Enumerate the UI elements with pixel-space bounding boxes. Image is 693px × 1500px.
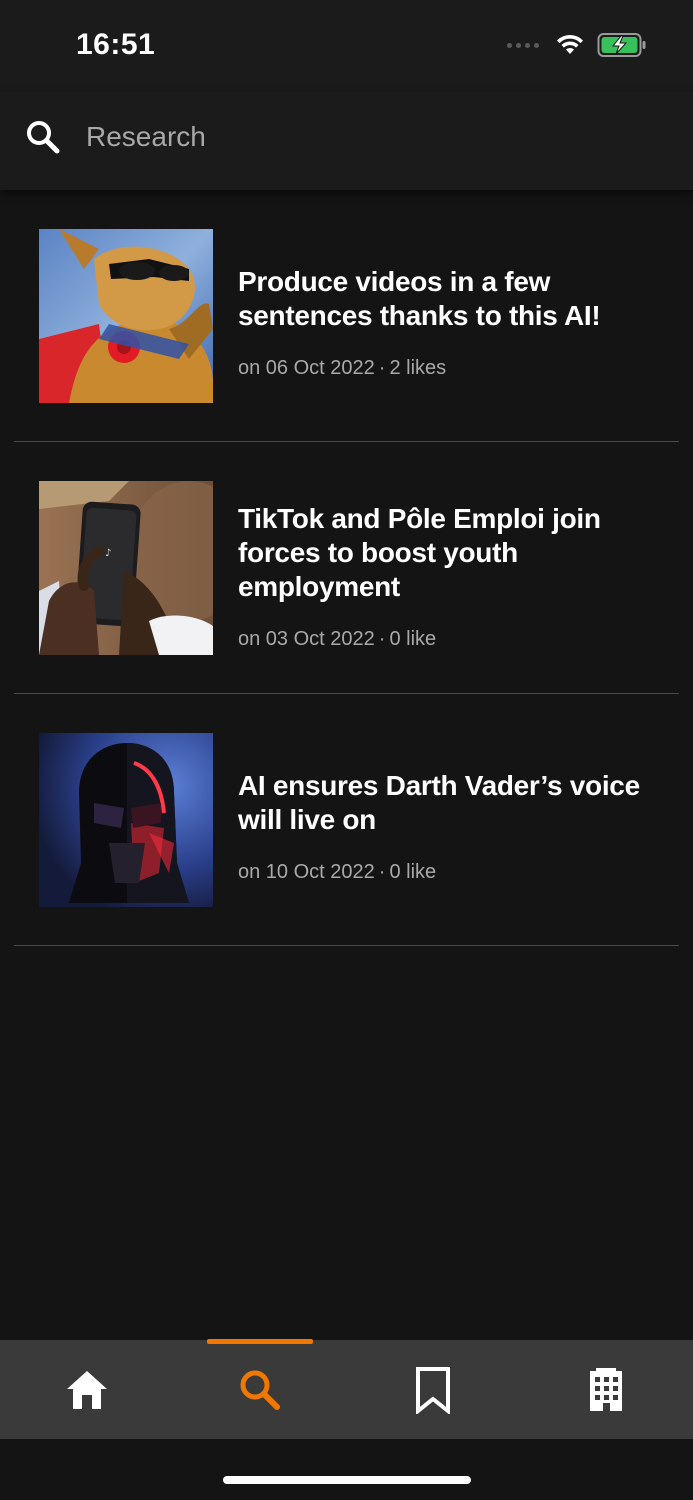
building-icon — [589, 1367, 622, 1411]
tab-bar — [0, 1340, 693, 1439]
home-icon — [66, 1370, 107, 1409]
article-date: on 10 Oct 2022 — [238, 861, 375, 883]
article-item[interactable]: ♪ TikTok and Pôle Emploi join forces to … — [14, 442, 679, 694]
article-list: Produce videos in a few sentences thanks… — [0, 190, 693, 946]
dog-with-sunglasses-image — [39, 229, 213, 403]
article-text: Produce videos in a few sentences thanks… — [238, 265, 649, 380]
darth-vader-helmet-image — [39, 733, 213, 907]
article-likes: 0 like — [389, 861, 437, 883]
article-title[interactable]: TikTok and Pôle Emploi join forces to bo… — [238, 502, 649, 604]
tab-companies[interactable] — [519, 1340, 692, 1439]
search-bar — [0, 92, 693, 190]
wifi-icon — [557, 34, 583, 54]
article-item[interactable]: Produce videos in a few sentences thanks… — [14, 190, 679, 442]
status-time: 16:51 — [76, 28, 156, 61]
article-likes: 2 likes — [389, 357, 447, 379]
article-date: on 03 Oct 2022 — [238, 628, 375, 650]
home-indicator[interactable] — [223, 1476, 471, 1484]
tab-home[interactable] — [0, 1340, 173, 1439]
app-screen: 16:51 Research Produce videos in a few s… — [0, 0, 693, 1500]
article-likes: 0 like — [389, 628, 437, 650]
search-input[interactable] — [86, 114, 646, 160]
status-icons — [507, 32, 647, 58]
article-date: on 06 Oct 2022 — [238, 357, 375, 379]
article-text: AI ensures Darth Vader’s voice will live… — [238, 769, 649, 884]
article-meta: on 10 Oct 2022 · 0 like — [238, 861, 649, 884]
status-bar: 16:51 — [0, 0, 693, 92]
article-text: TikTok and Pôle Emploi join forces to bo… — [238, 502, 649, 651]
article-meta: on 06 Oct 2022 · 2 likes — [238, 357, 649, 380]
article-title[interactable]: AI ensures Darth Vader’s voice will live… — [238, 769, 649, 837]
tab-bookmarks[interactable] — [346, 1340, 519, 1439]
search-icon[interactable] — [24, 118, 64, 158]
cellular-signal-icon — [507, 42, 539, 48]
meta-separator: · — [378, 861, 386, 883]
article-meta: on 03 Oct 2022 · 0 like — [238, 628, 649, 651]
bookmark-icon — [415, 1366, 450, 1414]
battery-charging-icon — [597, 33, 646, 57]
search-icon — [240, 1370, 280, 1410]
article-title[interactable]: Produce videos in a few sentences thanks… — [238, 265, 649, 333]
tab-search[interactable] — [173, 1340, 346, 1439]
meta-separator: · — [378, 357, 386, 379]
active-tab-indicator — [207, 1339, 313, 1344]
svg-text:♪: ♪ — [105, 548, 111, 559]
hand-holding-phone-tiktok-image: ♪ — [39, 481, 213, 655]
article-item[interactable]: AI ensures Darth Vader’s voice will live… — [14, 694, 679, 946]
meta-separator: · — [378, 628, 386, 650]
